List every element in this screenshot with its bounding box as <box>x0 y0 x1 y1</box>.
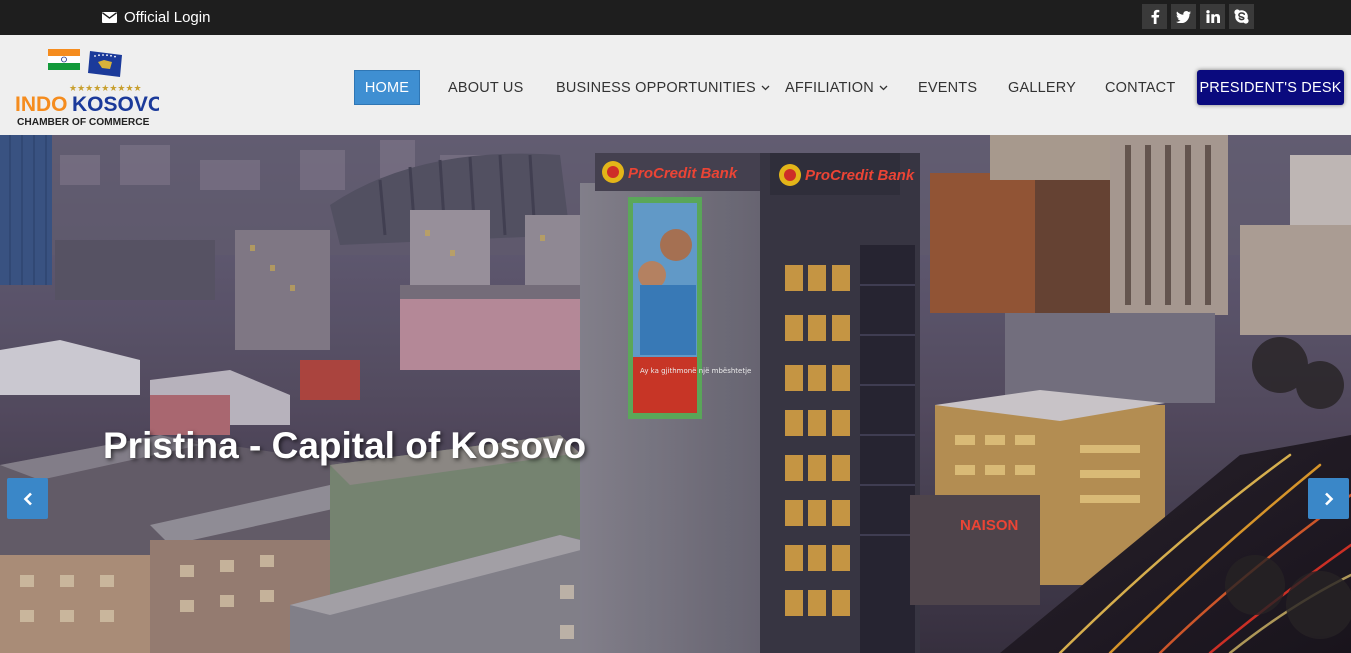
svg-text:KOSOVO: KOSOVO <box>72 93 159 116</box>
chevron-left-icon <box>23 492 32 505</box>
nav-business-opportunities[interactable]: BUSINESS OPPORTUNITIES <box>556 70 770 105</box>
nav-affiliation-label: AFFILIATION <box>785 79 874 96</box>
twitter-button[interactable] <box>1171 4 1196 29</box>
nav-about-label: ABOUT US <box>448 79 524 96</box>
skype-button[interactable] <box>1229 4 1254 29</box>
slide-caption: Pristina - Capital of Kosovo <box>103 425 587 466</box>
linkedin-button[interactable] <box>1200 4 1225 29</box>
nav-gallery-label: GALLERY <box>1008 79 1077 96</box>
twitter-icon <box>1176 10 1191 23</box>
presidents-desk-label: PRESIDENT'S DESK <box>1199 79 1342 96</box>
hero-slider: ProCredit Bank ProCredit Bank Ay ka gjit… <box>0 135 1351 653</box>
skype-icon <box>1234 9 1249 24</box>
kosovo-flag-icon <box>88 51 122 77</box>
chevron-right-icon <box>1324 492 1333 505</box>
nav-home-label: HOME <box>364 79 410 96</box>
site-header: ★★★★★★★★★ INDO KOSOVO CHAMBER OF COMMERC… <box>0 35 1351 135</box>
presidents-desk-button[interactable]: PRESIDENT'S DESK <box>1197 70 1344 105</box>
chevron-down-icon <box>879 85 888 90</box>
official-login-link[interactable]: Official Login <box>102 0 210 35</box>
svg-text:CHAMBER OF COMMERCE: CHAMBER OF COMMERCE <box>17 117 150 127</box>
top-bar: Official Login <box>0 0 1351 35</box>
slider-next-button[interactable] <box>1308 478 1349 519</box>
chevron-down-icon <box>761 85 770 90</box>
india-flag-icon <box>48 49 80 70</box>
nav-affiliation[interactable]: AFFILIATION <box>785 70 888 105</box>
nav-about-us[interactable]: ABOUT US <box>448 70 523 105</box>
nav-contact-label: CONTACT <box>1105 79 1176 96</box>
envelope-icon <box>102 12 117 23</box>
facebook-icon <box>1151 9 1159 24</box>
slider-prev-button[interactable] <box>7 478 48 519</box>
pristina-city-photo: ProCredit Bank ProCredit Bank Ay ka gjit… <box>0 135 1351 653</box>
nav-events[interactable]: EVENTS <box>918 70 977 105</box>
nav-gallery[interactable]: GALLERY <box>1008 70 1076 105</box>
svg-text:INDO: INDO <box>15 93 68 116</box>
linkedin-icon <box>1205 10 1220 23</box>
indo-kosovo-logo[interactable]: ★★★★★★★★★ INDO KOSOVO CHAMBER OF COMMERC… <box>14 47 159 127</box>
nav-home[interactable]: HOME <box>354 70 420 105</box>
facebook-button[interactable] <box>1142 4 1167 29</box>
official-login-label: Official Login <box>124 9 211 26</box>
nav-business-label: BUSINESS OPPORTUNITIES <box>556 79 756 96</box>
nav-events-label: EVENTS <box>918 79 978 96</box>
nav-contact[interactable]: CONTACT <box>1105 70 1175 105</box>
